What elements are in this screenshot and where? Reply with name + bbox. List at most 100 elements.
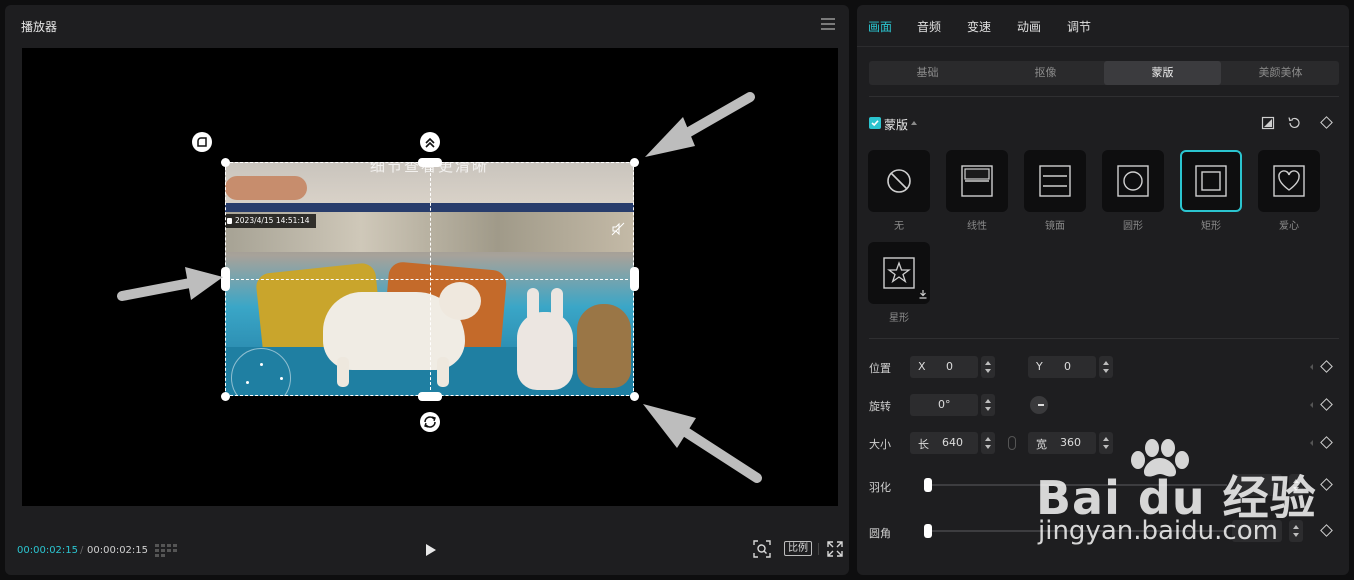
feather-value-field[interactable] — [1232, 474, 1282, 496]
mask-rectangle-frame[interactable] — [225, 162, 634, 396]
mask-type-star[interactable] — [868, 242, 930, 304]
zoom-fit-icon[interactable] — [753, 540, 771, 558]
mask-left-handle[interactable] — [221, 267, 230, 291]
inspector-panel: 画面 音频 变速 动画 调节 基础 抠像 蒙版 美颜美体 蒙版 无 线性 镜面 — [857, 5, 1349, 575]
feather-control-icon[interactable] — [420, 132, 440, 152]
video-stage: 细节查看更清晰 2023/4/15 14:51:14 — [22, 48, 838, 506]
tab-picture[interactable]: 画面 — [868, 18, 892, 35]
rotation-value: 0° — [938, 398, 951, 411]
subtab-basic[interactable]: 基础 — [869, 61, 986, 85]
current-time: 00:00:02:15 — [17, 545, 79, 556]
mask-type-heart[interactable] — [1258, 150, 1320, 212]
heart-mask-icon — [1273, 165, 1305, 197]
tab-adjust[interactable]: 调节 — [1067, 18, 1091, 35]
mask-label-star: 星形 — [889, 313, 909, 324]
rotation-keyframe-icon[interactable] — [1320, 398, 1333, 411]
star-mask-icon — [883, 257, 915, 289]
mask-type-linear[interactable] — [946, 150, 1008, 212]
position-y-field[interactable]: Y 0 — [1028, 356, 1096, 378]
reset-icon[interactable] — [1287, 116, 1301, 130]
corner-slider-knob[interactable] — [924, 524, 932, 538]
invert-mask-icon[interactable] — [1261, 116, 1275, 130]
feather-slider-track[interactable] — [927, 484, 1227, 486]
subtab-mask[interactable]: 蒙版 — [1104, 61, 1221, 85]
size-keyframe-icon[interactable] — [1320, 436, 1333, 449]
size-height-value: 360 — [1060, 436, 1081, 449]
mask-label-mirror: 镜面 — [1045, 221, 1065, 232]
y-prefix: Y — [1036, 360, 1043, 373]
size-width-stepper[interactable] — [981, 432, 995, 454]
mask-label-none: 无 — [894, 221, 904, 232]
prev-keyframe-icon[interactable] — [1310, 440, 1313, 446]
feather-stepper[interactable] — [1289, 474, 1303, 496]
position-y-stepper[interactable] — [1099, 356, 1113, 378]
play-icon[interactable] — [422, 542, 438, 558]
none-icon — [887, 169, 911, 193]
rotation-dial[interactable] — [1030, 396, 1048, 414]
circle-mask-icon — [1117, 165, 1149, 197]
inspector-tabs: 画面 音频 变速 动画 调节 — [857, 5, 1349, 47]
size-height-stepper[interactable] — [1099, 432, 1113, 454]
mask-top-handle[interactable] — [418, 158, 442, 167]
aspect-ratio-button[interactable]: 比例 — [784, 541, 812, 556]
mask-checkbox[interactable] — [869, 117, 881, 129]
mask-label-rectangle: 矩形 — [1201, 221, 1221, 232]
subtab-cutout[interactable]: 抠像 — [987, 61, 1104, 85]
player-header: 播放器 — [5, 5, 849, 47]
position-keyframe-icon[interactable] — [1320, 360, 1333, 373]
mask-corner-handle-br[interactable] — [630, 392, 639, 401]
subtab-beauty[interactable]: 美颜美体 — [1222, 61, 1339, 85]
feather-slider-knob[interactable] — [924, 478, 932, 492]
timeline-grid-icon[interactable] — [155, 542, 177, 558]
size-width-field[interactable]: 长 640 — [910, 432, 978, 454]
keyframe-diamond-icon[interactable] — [1320, 116, 1333, 129]
divider — [869, 96, 1339, 97]
corner-keyframe-icon[interactable] — [1320, 524, 1333, 537]
height-prefix: 宽 — [1036, 438, 1047, 451]
mask-type-circle[interactable] — [1102, 150, 1164, 212]
time-separator: / — [80, 545, 84, 556]
fullscreen-icon[interactable] — [827, 541, 843, 557]
collapse-caret-icon[interactable] — [911, 121, 917, 125]
corner-value-field[interactable] — [1232, 520, 1282, 542]
mask-corner-handle-bl[interactable] — [221, 392, 230, 401]
corner-slider-track[interactable] — [927, 530, 1227, 532]
prev-keyframe-icon[interactable] — [1310, 364, 1313, 370]
player-title: 播放器 — [21, 20, 58, 34]
mask-right-handle[interactable] — [630, 267, 639, 291]
x-prefix: X — [918, 360, 926, 373]
mask-corner-handle-tr[interactable] — [630, 158, 639, 167]
mask-bottom-handle[interactable] — [418, 392, 442, 401]
width-prefix: 长 — [918, 438, 929, 451]
tab-audio[interactable]: 音频 — [917, 18, 941, 35]
mask-corner-handle-tl[interactable] — [221, 158, 230, 167]
hamburger-menu-icon[interactable] — [821, 18, 835, 30]
position-x-stepper[interactable] — [981, 356, 995, 378]
prev-keyframe-icon[interactable] — [1310, 402, 1313, 408]
mirror-mask-icon — [1039, 165, 1071, 197]
rotation-stepper[interactable] — [981, 394, 995, 416]
corner-stepper[interactable] — [1289, 520, 1303, 542]
mask-label-linear: 线性 — [967, 221, 987, 232]
tab-animation[interactable]: 动画 — [1017, 18, 1041, 35]
size-label: 大小 — [869, 438, 891, 451]
tab-speed[interactable]: 变速 — [967, 18, 991, 35]
size-height-field[interactable]: 宽 360 — [1028, 432, 1096, 454]
size-width-value: 640 — [942, 436, 963, 449]
position-y-value: 0 — [1064, 360, 1071, 373]
mask-type-none[interactable] — [868, 150, 930, 212]
player-controls: 00:00:02:15 / 00:00:02:15 比例 — [5, 525, 849, 575]
mask-type-mirror[interactable] — [1024, 150, 1086, 212]
feather-keyframe-icon[interactable] — [1320, 478, 1333, 491]
lock-ratio-icon[interactable] — [1008, 436, 1016, 450]
position-x-field[interactable]: X 0 — [910, 356, 978, 378]
position-label: 位置 — [869, 362, 891, 375]
mask-type-rectangle[interactable] — [1180, 150, 1242, 212]
mask-label-heart: 爱心 — [1279, 221, 1299, 232]
rectangle-mask-icon — [1195, 165, 1227, 197]
rotation-field[interactable]: 0° — [910, 394, 978, 416]
rotate-icon[interactable] — [420, 412, 440, 432]
corner-radius-label: 圆角 — [869, 527, 891, 540]
mask-section-title: 蒙版 — [884, 118, 909, 132]
round-corner-icon[interactable] — [192, 132, 212, 152]
